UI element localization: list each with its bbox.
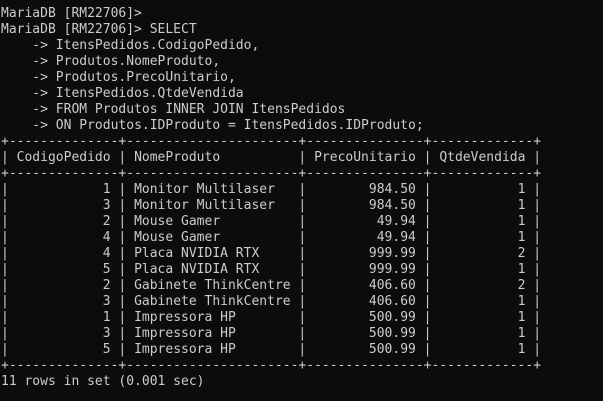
table-cell: 2 (102, 278, 111, 293)
table-cell: 3 (102, 294, 111, 309)
table-cell: 2 (517, 278, 526, 293)
table-cell: 984.50 (368, 182, 416, 197)
continuation-prefix: -> (1, 38, 56, 53)
query-text: Produtos.NomeProduto, (55, 54, 221, 69)
table-row: | 3 | Gabinete ThinkCentre | 406.60 | 1 … (1, 294, 542, 309)
table-cell: 500.99 (368, 342, 416, 357)
table-cell: 5 (102, 262, 111, 277)
column-header: CodigoPedido (16, 150, 111, 165)
table-cell: 999.99 (368, 262, 416, 277)
table-row: | 1 | Impressora HP | 500.99 | 1 | (1, 310, 542, 325)
table-cell: 3 (102, 198, 111, 213)
table-cell: 1 (517, 326, 526, 341)
table-cell: 4 (102, 246, 111, 261)
table-cell: 1 (102, 182, 111, 197)
table-cell: 2 (517, 246, 526, 261)
table-row: | 2 | Gabinete ThinkCentre | 406.60 | 2 … (1, 278, 542, 293)
table-cell: Gabinete ThinkCentre (134, 278, 291, 293)
table-cell: 984.50 (368, 198, 416, 213)
table-cell: Impressora HP (134, 310, 236, 325)
query-text: ItensPedidos.CodigoPedido, (55, 38, 260, 53)
table-cell: 2 (102, 214, 111, 229)
terminal-window[interactable]: MariaDB [RM22706]> MariaDB [RM22706]> SE… (0, 0, 603, 401)
column-header: QtdeVendida (439, 150, 526, 165)
table-cell: 1 (517, 230, 526, 245)
continuation-prefix: -> (1, 54, 56, 69)
query-text: ON Produtos.IDProduto = ItensPedidos.IDP… (55, 118, 424, 133)
table-cell: Placa NVIDIA RTX (134, 246, 260, 261)
table-cell: 3 (102, 326, 111, 341)
table-row: | 3 | Impressora HP | 500.99 | 1 | (1, 326, 542, 341)
table-cell: Mouse Gamer (134, 214, 221, 229)
table-cell: Impressora HP (134, 342, 236, 357)
table-cell: 1 (517, 294, 526, 309)
table-cell: Monitor Multilaser (134, 182, 275, 197)
table-border: +--------------+----------------------+-… (1, 358, 542, 373)
table-cell: 1 (517, 214, 526, 229)
continuation-prefix: -> (1, 86, 56, 101)
table-cell: Gabinete ThinkCentre (134, 294, 291, 309)
continuation-prefix: -> (1, 102, 56, 117)
table-cell: 5 (102, 342, 111, 357)
table-cell: 1 (517, 342, 526, 357)
table-row: | 3 | Monitor Multilaser | 984.50 | 1 | (1, 198, 542, 213)
table-border: +--------------+----------------------+-… (1, 134, 542, 149)
continuation-prefix: -> (1, 118, 56, 133)
table-cell: 1 (517, 198, 526, 213)
column-header: PrecoUnitario (314, 150, 416, 165)
table-cell: 4 (102, 230, 111, 245)
table-cell: 500.99 (368, 310, 416, 325)
table-cell: 1 (102, 310, 111, 325)
table-cell: 1 (517, 262, 526, 277)
table-cell: Impressora HP (134, 326, 236, 341)
table-cell: 1 (517, 182, 526, 197)
table-header-row: | CodigoPedido | NomeProduto | PrecoUnit… (1, 150, 542, 165)
continuation-prefix: -> (1, 70, 56, 85)
table-row: | 5 | Impressora HP | 500.99 | 1 | (1, 342, 542, 357)
query-text: ItensPedidos.QtdeVendida (55, 86, 244, 101)
table-row: | 5 | Placa NVIDIA RTX | 999.99 | 1 | (1, 262, 542, 277)
prompt-line: MariaDB [RM22706]> (1, 6, 142, 21)
query-text: FROM Produtos INNER JOIN ItensPedidos (55, 102, 346, 117)
table-row: | 2 | Mouse Gamer | 49.94 | 1 | (1, 214, 542, 229)
table-cell: Mouse Gamer (134, 230, 221, 245)
table-cell: 406.60 (368, 294, 416, 309)
table-cell: 406.60 (368, 278, 416, 293)
table-cell: 999.99 (368, 246, 416, 261)
table-row: | 4 | Mouse Gamer | 49.94 | 1 | (1, 230, 542, 245)
table-cell: Monitor Multilaser (134, 198, 275, 213)
query-continuation: -> ItensPedidos.CodigoPedido, -> Produto… (1, 38, 603, 134)
table-cell: 1 (517, 310, 526, 325)
column-header: NomeProduto (134, 150, 221, 165)
result-summary: 11 rows in set (0.001 sec) (1, 374, 205, 389)
table-cell: 49.94 (376, 214, 416, 229)
result-table: +--------------+----------------------+-… (1, 134, 603, 374)
table-border: +--------------+----------------------+-… (1, 166, 542, 181)
table-cell: 49.94 (376, 230, 416, 245)
table-row: | 1 | Monitor Multilaser | 984.50 | 1 | (1, 182, 542, 197)
table-row: | 4 | Placa NVIDIA RTX | 999.99 | 2 | (1, 246, 542, 261)
query-text: Produtos.PrecoUnitario, (55, 70, 236, 85)
table-cell: Placa NVIDIA RTX (134, 262, 260, 277)
table-cell: 500.99 (368, 326, 416, 341)
prompt-line: MariaDB [RM22706]> SELECT (1, 22, 197, 37)
